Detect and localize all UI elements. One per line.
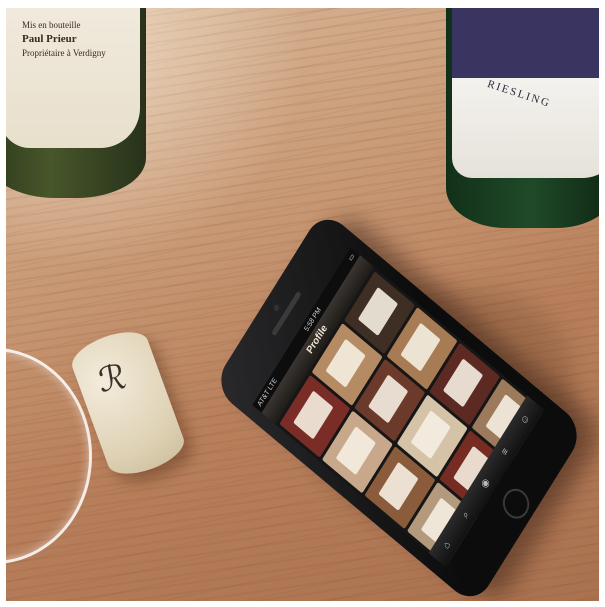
- bottle-left-label-line: Paul Prieur: [22, 33, 77, 45]
- earpiece-speaker: [271, 290, 302, 337]
- smartphone-area: AT&T LTE 5:58 PM ▭ Profile ⌂ ⌕ ◉ ≡ ☺: [211, 208, 599, 601]
- bottle-right-label-top: [452, 8, 599, 78]
- home-button[interactable]: [497, 482, 535, 525]
- bottle-left-label-line: Propriétaire à Verdigny: [22, 48, 106, 58]
- photo-scene: Mis en bouteille Paul Prieur Propriétair…: [6, 8, 599, 601]
- wine-bottle-left: Mis en bouteille Paul Prieur Propriétair…: [6, 8, 146, 198]
- front-camera: [272, 303, 281, 313]
- profile-icon[interactable]: ☺: [518, 412, 532, 428]
- camera-icon[interactable]: ◉: [479, 476, 492, 491]
- wine-bottle-right: RIESLING: [446, 8, 599, 228]
- search-icon[interactable]: ⌕: [460, 509, 471, 521]
- smartphone: AT&T LTE 5:58 PM ▭ Profile ⌂ ⌕ ◉ ≡ ☺: [211, 208, 587, 601]
- home-icon[interactable]: ⌂: [441, 539, 453, 551]
- bottle-left-label: Mis en bouteille Paul Prieur Propriétair…: [6, 8, 140, 148]
- list-icon[interactable]: ≡: [499, 446, 511, 458]
- bottle-left-label-line: Mis en bouteille: [22, 20, 81, 30]
- cork-logo-mark: ℛ: [95, 356, 130, 401]
